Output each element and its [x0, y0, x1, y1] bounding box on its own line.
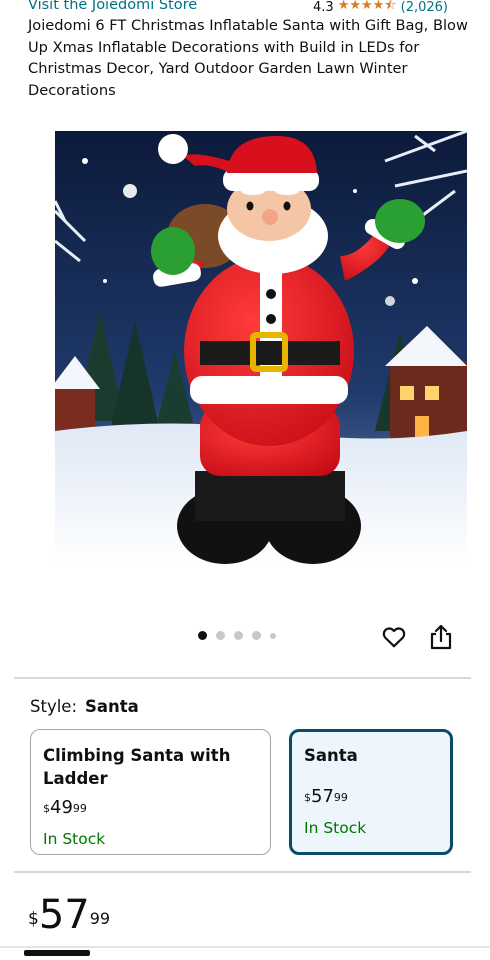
style-label: Style:: [30, 697, 78, 716]
section-divider: [14, 871, 471, 873]
price-symbol: $: [28, 909, 39, 929]
product-title: Joiedomi 6 FT Christmas Inflatable Santa…: [28, 17, 468, 99]
option-name: Climbing Santa with Ladder: [43, 746, 231, 788]
visit-store-link[interactable]: Visit the Joiedomi Store: [28, 0, 197, 13]
option-price: $5799: [304, 787, 439, 807]
option-stock-status: In Stock: [43, 830, 106, 848]
style-option-santa-selected[interactable]: Santa $5799 In Stock: [289, 729, 453, 855]
carousel-dot-1[interactable]: [198, 631, 207, 640]
price-cents: 99: [72, 802, 87, 815]
main-price: $5799: [28, 893, 110, 937]
style-option-climbing-santa[interactable]: Climbing Santa with Ladder $4999 In Stoc…: [30, 729, 271, 855]
carousel-dot-5[interactable]: [270, 632, 276, 639]
price-symbol: $: [304, 791, 311, 804]
price-whole: 49: [50, 797, 73, 818]
image-carousel-dots[interactable]: [198, 631, 276, 640]
price-symbol: $: [43, 802, 50, 815]
style-selected-value: Santa: [85, 697, 139, 716]
heart-icon: [382, 627, 406, 648]
rating-value: 4.3: [313, 0, 334, 15]
share-icon: [430, 624, 452, 650]
add-to-list-heart-button[interactable]: [381, 624, 407, 650]
option-stock-status: In Stock: [304, 819, 367, 837]
style-selector-label: Style: Santa: [30, 697, 139, 716]
price-cents: 99: [333, 791, 348, 804]
option-name: Santa: [304, 746, 358, 765]
price-whole: 57: [38, 892, 90, 938]
price-cents: 99: [89, 909, 111, 928]
carousel-dot-2[interactable]: [216, 631, 225, 640]
santa-inflatable-image: [55, 131, 467, 567]
product-image[interactable]: [55, 131, 467, 567]
bottom-divider: [0, 946, 490, 948]
section-divider: [14, 677, 471, 679]
price-whole: 57: [311, 786, 334, 807]
carousel-dot-3[interactable]: [234, 631, 243, 640]
bottom-tab-indicator: [24, 950, 90, 956]
carousel-dot-4[interactable]: [252, 631, 261, 640]
share-button[interactable]: [429, 624, 453, 650]
rating-count-link[interactable]: (2,026): [401, 0, 448, 15]
option-price: $4999: [43, 798, 258, 818]
